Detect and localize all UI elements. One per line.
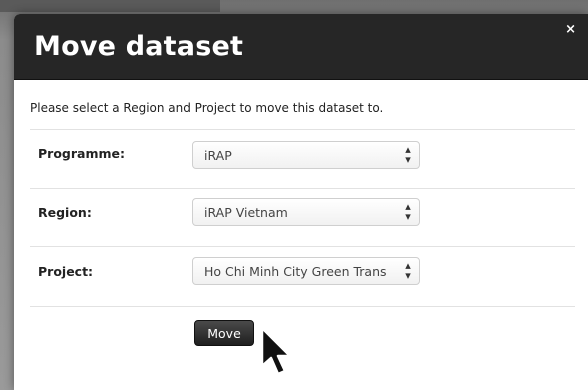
background-navbar (0, 0, 220, 12)
mouse-pointer-icon (260, 326, 292, 376)
updown-arrows-icon: ▴ ▾ (405, 143, 411, 166)
programme-select[interactable]: iRAP ▴ ▾ (192, 141, 420, 169)
modal-header: Move dataset × (14, 14, 588, 80)
modal-title: Move dataset (34, 31, 244, 62)
updown-arrows-icon: ▴ ▾ (405, 200, 411, 223)
instruction-text: Please select a Region and Project to mo… (30, 101, 384, 115)
move-button[interactable]: Move (194, 320, 254, 346)
project-select-value: Ho Chi Minh City Green Trans (204, 264, 387, 279)
divider (30, 246, 575, 247)
divider (30, 188, 575, 189)
project-label: Project: (38, 264, 94, 279)
updown-arrows-icon: ▴ ▾ (405, 259, 411, 282)
programme-label: Programme: (38, 146, 125, 161)
programme-select-value: iRAP (204, 148, 232, 163)
close-icon[interactable]: × (565, 23, 576, 36)
region-select[interactable]: iRAP Vietnam ▴ ▾ (192, 198, 420, 226)
move-dataset-modal: Move dataset × Please select a Region an… (14, 14, 588, 390)
divider (30, 129, 575, 130)
region-label: Region: (38, 205, 92, 220)
project-select[interactable]: Ho Chi Minh City Green Trans ▴ ▾ (192, 257, 420, 285)
region-select-value: iRAP Vietnam (204, 205, 288, 220)
divider (30, 306, 575, 307)
